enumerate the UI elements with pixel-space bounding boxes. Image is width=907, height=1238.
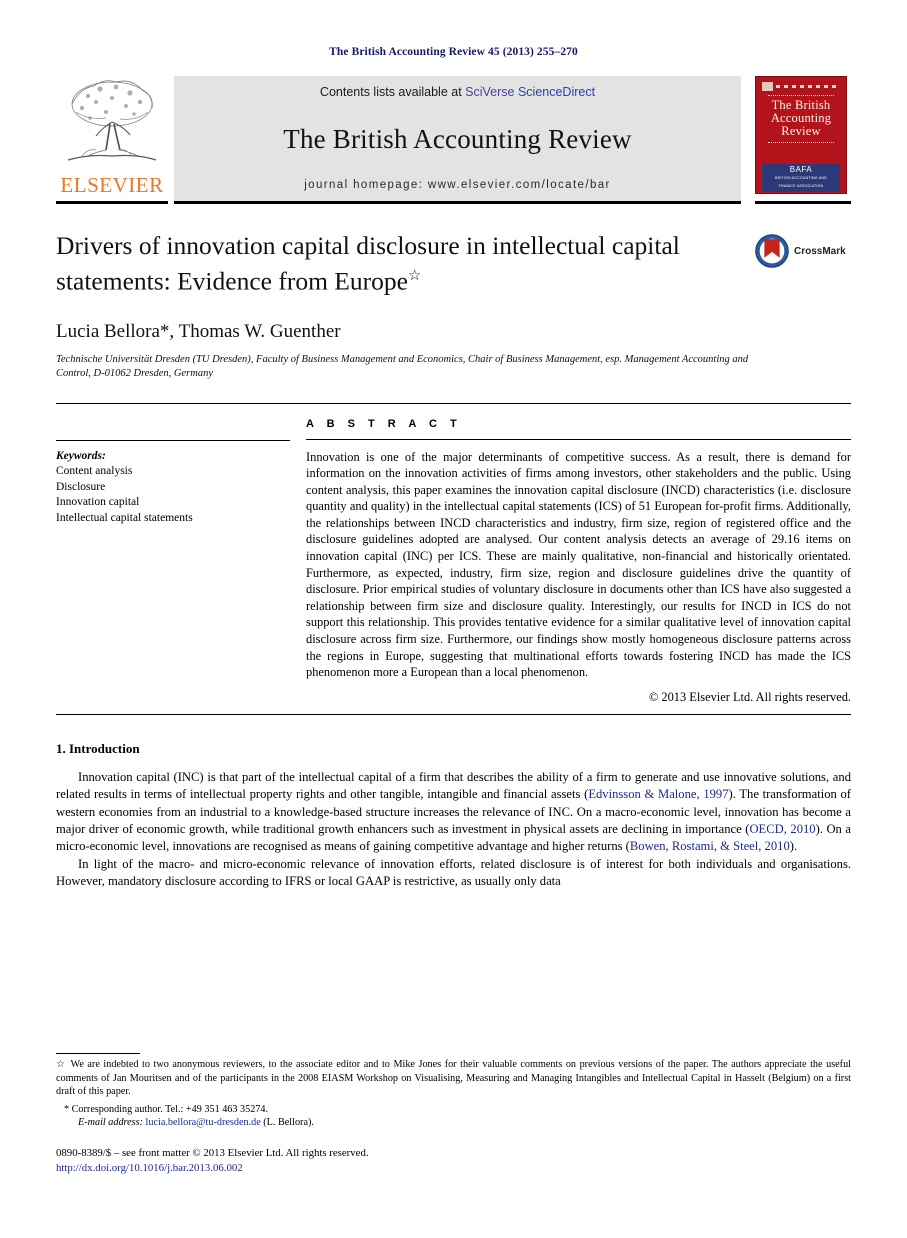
citation-link[interactable]: Bowen, Rostami, & Steel, 2010 xyxy=(630,839,790,853)
issn-line: 0890-8389/$ – see front matter © 2013 El… xyxy=(56,1147,369,1159)
acknowledgement-marker: ☆ xyxy=(56,1059,68,1071)
acknowledgement-footnote: ☆ We are indebted to two anonymous revie… xyxy=(56,1058,851,1099)
keywords-list: Keywords: Content analysis Disclosure In… xyxy=(56,441,290,527)
abstract-copyright: © 2013 Elsevier Ltd. All rights reserved… xyxy=(648,689,851,704)
cover-divider-lower xyxy=(768,142,834,143)
journal-masthead: ELSEVIER Contents lists available at Sci… xyxy=(56,76,851,204)
abstract-band: Keywords: Content analysis Disclosure In… xyxy=(56,402,851,705)
abstract-column: A B S T R A C T Innovation is one of the… xyxy=(306,404,851,705)
corresponding-text: Corresponding author. Tel.: +49 351 463 … xyxy=(71,1103,269,1115)
bafa-sublabel: BRITISH ACCOUNTING AND FINANCE ASSOCIATI… xyxy=(775,176,827,188)
introduction-body: Innovation capital (INC) is that part of… xyxy=(56,769,851,891)
journal-title: The British Accounting Review xyxy=(283,123,632,154)
keywords-column: Keywords: Content analysis Disclosure In… xyxy=(56,404,306,705)
cover-elsevier-mark xyxy=(762,82,773,91)
corresponding-author-footnote: * Corresponding author. Tel.: +49 351 46… xyxy=(56,1103,851,1117)
paragraph: Innovation capital (INC) is that part of… xyxy=(56,769,851,856)
footnote-separator xyxy=(56,1053,140,1055)
citation-link[interactable]: Edvinsson & Malone, 1997 xyxy=(588,787,728,801)
page-title: Drivers of innovation capital disclosure… xyxy=(56,230,741,297)
elsevier-wordmark: ELSEVIER xyxy=(60,173,164,197)
author-names: Lucia Bellora*, Thomas W. Guenther xyxy=(56,320,341,342)
email-suffix: (L. Bellora). xyxy=(260,1117,314,1129)
abstract-heading: A B S T R A C T xyxy=(306,417,462,430)
crossmark-label: CrossMark xyxy=(794,245,846,257)
abstract-band-bottom-rule xyxy=(56,713,851,715)
journal-cover-image: The British Accounting Review BAFA BRITI… xyxy=(755,76,847,194)
cover-title: The British Accounting Review xyxy=(770,98,832,138)
corresponding-marker: * xyxy=(64,1103,70,1115)
abstract-text: Innovation is one of the major determina… xyxy=(306,449,851,680)
paragraph: In light of the macro- and micro-economi… xyxy=(56,856,851,889)
email-footnote: E-mail address: lucia.bellora@tu-dresden… xyxy=(56,1116,851,1130)
cover-dotted-rule xyxy=(776,85,840,88)
affiliation: Technische Universität Dresden (TU Dresd… xyxy=(56,353,749,379)
doi-link[interactable]: http://dx.doi.org/10.1016/j.bar.2013.06.… xyxy=(56,1161,851,1176)
journal-homepage-link[interactable]: journal homepage: www.elsevier.com/locat… xyxy=(304,179,611,191)
article-page: The British Accounting Review 45 (2013) … xyxy=(0,0,907,1238)
crossmark-icon xyxy=(755,234,789,268)
title-footnote-marker: ☆ xyxy=(407,268,422,284)
keyword-item: Content analysis xyxy=(56,465,133,477)
bafa-logo: BAFA BRITISH ACCOUNTING AND FINANCE ASSO… xyxy=(762,164,840,192)
keyword-item: Intellectual capital statements xyxy=(56,511,193,524)
author-list: Lucia Bellora*, Thomas W. Guenther xyxy=(56,321,851,343)
elsevier-logo: ELSEVIER xyxy=(56,76,168,204)
sciverse-link[interactable]: SciVerse xyxy=(465,85,514,99)
footnote-area: ☆ We are indebted to two anonymous revie… xyxy=(56,1053,851,1176)
email-link[interactable]: lucia.bellora@tu-dresden.de xyxy=(146,1117,261,1128)
section-heading-introduction: 1. Introduction xyxy=(56,740,140,756)
keyword-item: Disclosure xyxy=(56,480,106,493)
title-block: Drivers of innovation capital disclosure… xyxy=(56,230,851,297)
elsevier-tree-icon xyxy=(67,80,157,161)
running-head: The British Accounting Review 45 (2013) … xyxy=(329,46,578,58)
contents-prefix: Contents lists available at xyxy=(319,85,466,99)
citation-link[interactable]: OECD, 2010 xyxy=(749,822,815,836)
cover-divider xyxy=(768,95,834,96)
keywords-heading: Keywords: xyxy=(56,449,106,462)
paper-title-text: Drivers of innovation capital disclosure… xyxy=(56,231,680,296)
email-label: E-mail address: xyxy=(78,1117,143,1129)
crossmark-badge[interactable]: CrossMark xyxy=(755,230,851,268)
cover-topbar xyxy=(762,82,840,91)
paragraph-text: ). xyxy=(789,839,798,854)
masthead-center: Contents lists available at SciVerse Sci… xyxy=(174,76,741,204)
journal-cover-thumbnail: The British Accounting Review BAFA BRITI… xyxy=(755,76,851,204)
keyword-item: Innovation capital xyxy=(56,496,140,508)
acknowledgement-text: We are indebted to two anonymous reviewe… xyxy=(56,1059,851,1098)
contents-available-line: Contents lists available at SciVerse Sci… xyxy=(320,85,595,99)
sciencedirect-link[interactable]: ScienceDirect xyxy=(514,85,595,99)
bafa-label: BAFA xyxy=(789,165,813,174)
imprint-block: 0890-8389/$ – see front matter © 2013 El… xyxy=(56,1146,851,1176)
title-column: Drivers of innovation capital disclosure… xyxy=(56,230,755,297)
